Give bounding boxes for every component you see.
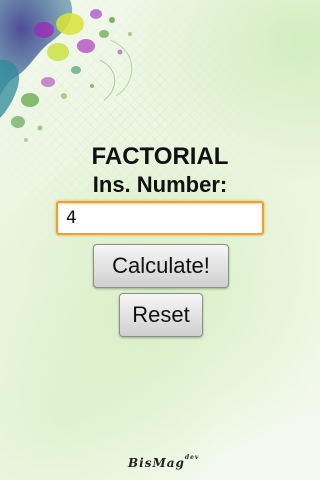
paint-splash-decoration (0, 0, 133, 142)
brand-suffix: dev (184, 454, 200, 461)
brand-logo: BisMagdev (128, 454, 208, 476)
calculate-button[interactable]: Calculate! (93, 244, 229, 288)
app-title: FACTORIAL (91, 143, 229, 170)
reset-button[interactable]: Reset (119, 293, 203, 337)
brand-name: BisMag (128, 456, 185, 470)
input-prompt-label: Ins. Number: (92, 172, 228, 197)
number-input[interactable] (56, 201, 264, 235)
app-screen: FACTORIAL Ins. Number: Calculate! Reset … (0, 0, 320, 480)
